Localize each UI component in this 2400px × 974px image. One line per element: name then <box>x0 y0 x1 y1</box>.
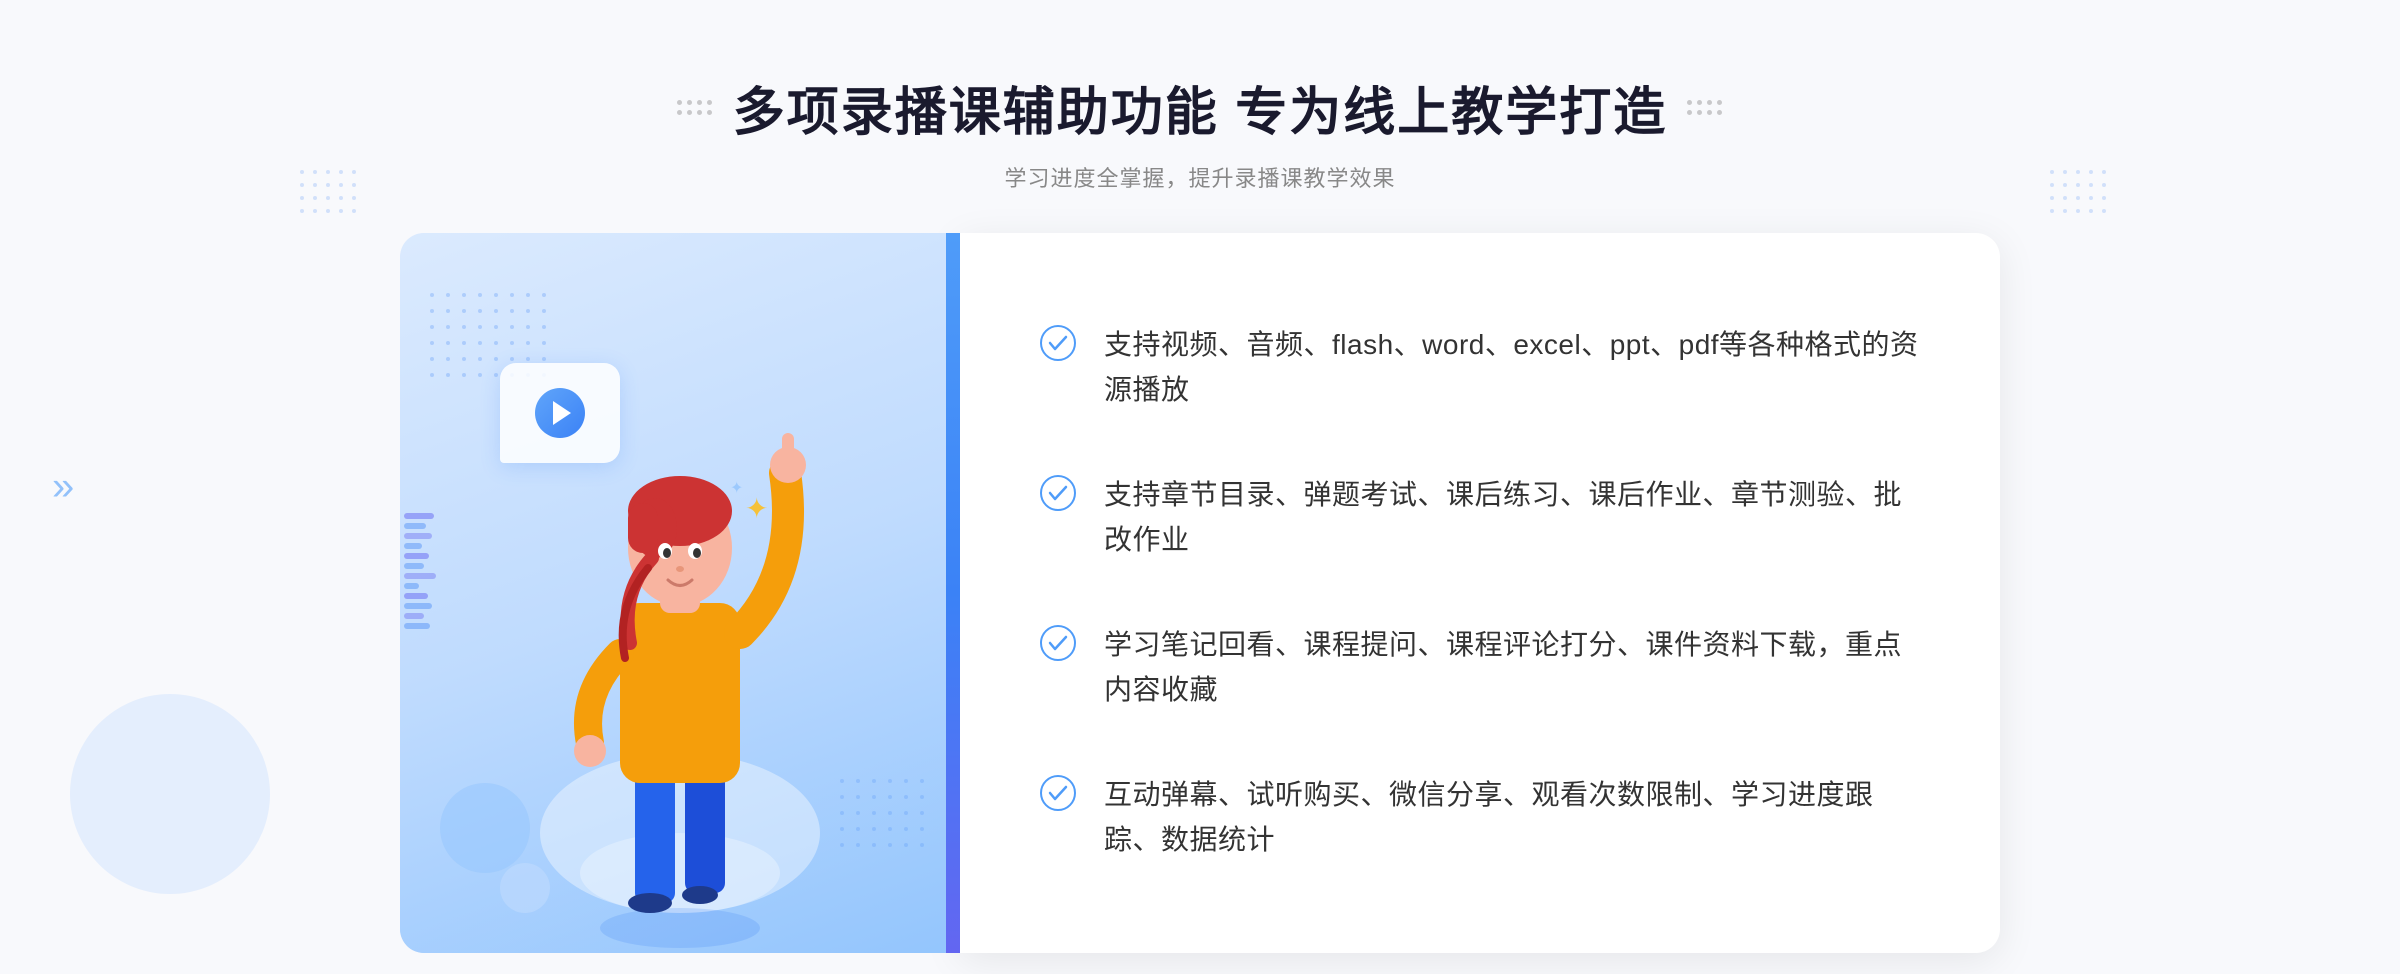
decoration-dots-right <box>1687 100 1723 116</box>
check-icon-3 <box>1040 625 1076 661</box>
illustration-figure: ✦ ✦ <box>490 373 870 953</box>
big-circle-decoration <box>70 694 270 894</box>
header-decoration: 多项录播课辅助功能 专为线上教学打造 <box>677 70 1723 145</box>
right-features-panel: 支持视频、音频、flash、word、excel、ppt、pdf等各种格式的资源… <box>960 233 2000 953</box>
subtitle: 学习进度全掌握，提升录播课教学效果 <box>677 161 1723 193</box>
content-area: for(let i=0;i<48;i++) document.currentSc… <box>400 233 2000 953</box>
feature-text-4: 互动弹幕、试听购买、微信分享、观看次数限制、学习进度跟踪、数据统计 <box>1104 773 1920 863</box>
outer-dots-left: for(let i=0;i<20;i++) document.currentSc… <box>300 170 360 217</box>
feature-item-2: 支持章节目录、弹题考试、课后练习、课后作业、章节测验、批改作业 <box>1040 463 1920 573</box>
header-section: 多项录播课辅助功能 专为线上教学打造 学习进度全掌握，提升录播课教学效果 <box>677 0 1723 193</box>
feature-item-1: 支持视频、音频、flash、word、excel、ppt、pdf等各种格式的资源… <box>1040 313 1920 423</box>
feature-text-2: 支持章节目录、弹题考试、课后练习、课后作业、章节测验、批改作业 <box>1104 473 1920 563</box>
feature-text-1: 支持视频、音频、flash、word、excel、ppt、pdf等各种格式的资源… <box>1104 323 1920 413</box>
decoration-dots-left <box>677 100 713 116</box>
feature-item-3: 学习笔记回看、课程提问、课程评论打分、课件资料下载，重点内容收藏 <box>1040 613 1920 723</box>
left-arrow-decoration: » <box>52 465 74 510</box>
main-title: 多项录播课辅助功能 专为线上教学打造 <box>733 70 1667 145</box>
svg-text:✦: ✦ <box>730 480 743 497</box>
svg-text:✦: ✦ <box>745 493 768 524</box>
page-container: for(let i=0;i<20;i++) document.currentSc… <box>0 0 2400 974</box>
check-icon-1 <box>1040 325 1076 361</box>
outer-dots-right: for(let i=0;i<20;i++) document.currentSc… <box>2050 170 2110 217</box>
check-icon-4 <box>1040 775 1076 811</box>
feature-text-3: 学习笔记回看、课程提问、课程评论打分、课件资料下载，重点内容收藏 <box>1104 623 1920 713</box>
feature-item-4: 互动弹幕、试听购买、微信分享、观看次数限制、学习进度跟踪、数据统计 <box>1040 763 1920 873</box>
left-illustration-panel: for(let i=0;i<48;i++) document.currentSc… <box>400 233 960 953</box>
check-icon-2 <box>1040 475 1076 511</box>
vertical-accent-bar <box>946 233 960 953</box>
stripe-decoration <box>400 513 424 713</box>
